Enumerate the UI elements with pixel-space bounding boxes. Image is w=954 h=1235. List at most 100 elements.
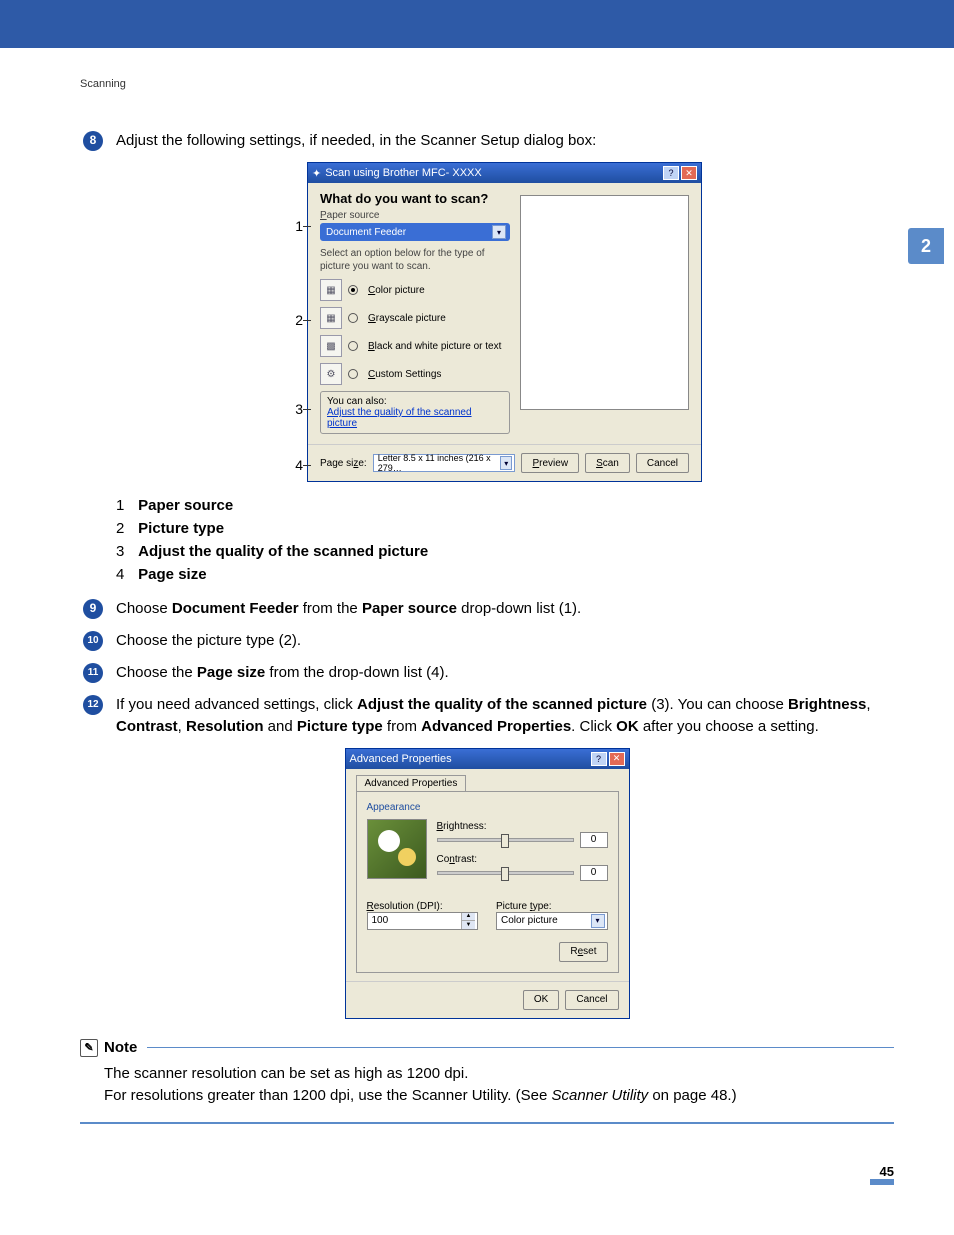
paper-source-dropdown[interactable]: Document Feeder ▾ (320, 223, 510, 241)
reset-button[interactable]: Reset (559, 942, 607, 962)
adv-close-button[interactable]: ✕ (609, 752, 625, 766)
callout-1: 1 (272, 217, 303, 235)
note-line-2: For resolutions greater than 1200 dpi, u… (104, 1085, 894, 1108)
adv-titlebar: Advanced Properties ? ✕ (346, 749, 629, 769)
picture-type-value: Color picture (501, 915, 558, 926)
t: Paper source (362, 600, 457, 617)
t: (3). You can choose (647, 696, 788, 713)
preview-thumbnail (367, 819, 427, 879)
t: Advanced Properties (421, 718, 571, 735)
option-grayscale-label: Grayscale picture (368, 313, 446, 324)
ok-button[interactable]: OK (523, 990, 559, 1010)
option-bw-label: Black and white picture or text (368, 341, 501, 352)
t: , (178, 718, 186, 735)
radio-custom[interactable] (348, 369, 358, 379)
t: For resolutions greater than 1200 dpi, u… (104, 1087, 551, 1104)
step-10-text: Choose the picture type (2). (116, 630, 894, 652)
t: Brightness (788, 696, 866, 713)
note-line-1: The scanner resolution can be set as hig… (104, 1063, 894, 1086)
scan-heading: What do you want to scan? (320, 191, 510, 206)
adv-help-button[interactable]: ? (591, 752, 607, 766)
chevron-down-icon: ▾ (500, 456, 513, 470)
bullet-12: 12 (83, 695, 103, 715)
paper-source-label: Paper source (320, 210, 510, 221)
picture-type-label: Picture type: (496, 901, 608, 912)
close-button[interactable]: ✕ (681, 166, 697, 180)
note-rule (147, 1047, 894, 1048)
t: Document Feeder (172, 600, 299, 617)
t: Adjust the quality of the scanned pictur… (357, 696, 647, 713)
preview-button[interactable]: Preview (521, 453, 579, 473)
scan-button[interactable]: Scan (585, 453, 630, 473)
t: OK (616, 718, 639, 735)
t: . Click (571, 718, 616, 735)
option-custom[interactable]: ⚙ Custom Settings (320, 363, 510, 385)
key-1-label: Paper source (138, 497, 233, 514)
resolution-label: Resolution (DPI): (367, 901, 479, 912)
option-bw[interactable]: ▩ Black and white picture or text (320, 335, 510, 357)
resolution-spinner[interactable]: 100 ▲▼ (367, 912, 479, 930)
t: Resolution (186, 718, 264, 735)
brightness-label: Brightness: (437, 821, 608, 832)
step-8: 8 Adjust the following settings, if need… (80, 130, 894, 152)
resolution-value: 100 (372, 915, 389, 926)
step-10: 10 Choose the picture type (2). (80, 630, 894, 652)
callout-3: 3 (272, 400, 303, 418)
adjust-quality-link[interactable]: Adjust the quality of the scanned pictur… (327, 407, 472, 429)
option-color[interactable]: ▦ Color picture (320, 279, 510, 301)
callout-key-list: 1 Paper source 2 Picture type 3 Adjust t… (116, 497, 894, 583)
step-11: 11 Choose the Page size from the drop-do… (80, 662, 894, 684)
note-block: ✎ Note The scanner resolution can be set… (80, 1039, 894, 1124)
adv-cancel-button[interactable]: Cancel (565, 990, 618, 1010)
wizard-icon: ✦ (312, 167, 321, 180)
preview-pane (520, 195, 689, 410)
contrast-slider[interactable] (437, 871, 574, 875)
adv-title: Advanced Properties (350, 753, 452, 765)
spinner-arrows[interactable]: ▲▼ (461, 913, 475, 929)
radio-bw[interactable] (348, 341, 358, 351)
scanner-titlebar: ✦ Scan using Brother MFC- XXXX ? ✕ (308, 163, 701, 183)
page-size-value: Letter 8.5 x 11 inches (216 x 279… (378, 453, 500, 473)
t: from the (299, 600, 362, 617)
radio-grayscale[interactable] (348, 313, 358, 323)
callout-4: 4 (272, 456, 303, 474)
t: on page 48.) (648, 1087, 736, 1104)
chapter-tab: 2 (908, 228, 944, 264)
key-3-label: Adjust the quality of the scanned pictur… (138, 543, 428, 560)
scanner-dialog-figure: 1 2 3 4 ✦ Scan using Brother MFC- XXXX ?… (80, 162, 894, 482)
step-8-text: Adjust the following settings, if needed… (116, 130, 894, 152)
t: and (264, 718, 297, 735)
t: Contrast (116, 718, 178, 735)
cancel-button[interactable]: Cancel (636, 453, 689, 473)
advanced-properties-figure: Advanced Properties ? ✕ Advanced Propert… (80, 748, 894, 1019)
bullet-11: 11 (83, 663, 103, 683)
t: Choose (116, 600, 172, 617)
help-button[interactable]: ? (663, 166, 679, 180)
page-size-label: Page size: (320, 458, 367, 469)
callout-2: 2 (272, 311, 303, 329)
bullet-10: 10 (83, 631, 103, 651)
t: after you choose a setting. (639, 718, 819, 735)
contrast-value[interactable]: 0 (580, 865, 608, 881)
t: Scanner Utility (551, 1087, 648, 1104)
key-4-label: Page size (138, 566, 206, 583)
picture-type-dropdown[interactable]: Color picture ▾ (496, 912, 608, 930)
key-2-label: Picture type (138, 520, 224, 537)
section-header: Scanning (80, 78, 894, 90)
scanner-dialog: ✦ Scan using Brother MFC- XXXX ? ✕ What … (307, 162, 702, 482)
t: from the drop-down list (4). (265, 664, 448, 681)
t: Picture type (297, 718, 383, 735)
radio-color[interactable] (348, 285, 358, 295)
grayscale-icon: ▦ (320, 307, 342, 329)
key-1-num: 1 (116, 497, 134, 514)
brightness-slider[interactable] (437, 838, 574, 842)
note-label: Note (104, 1039, 137, 1056)
adv-tab[interactable]: Advanced Properties (356, 775, 467, 791)
brightness-value[interactable]: 0 (580, 832, 608, 848)
chevron-down-icon: ▾ (492, 225, 506, 239)
option-color-label: Color picture (368, 285, 425, 296)
key-2-num: 2 (116, 520, 134, 537)
page-size-dropdown[interactable]: Letter 8.5 x 11 inches (216 x 279… ▾ (373, 454, 516, 472)
option-grayscale[interactable]: ▦ Grayscale picture (320, 307, 510, 329)
advanced-properties-dialog: Advanced Properties ? ✕ Advanced Propert… (345, 748, 630, 1019)
